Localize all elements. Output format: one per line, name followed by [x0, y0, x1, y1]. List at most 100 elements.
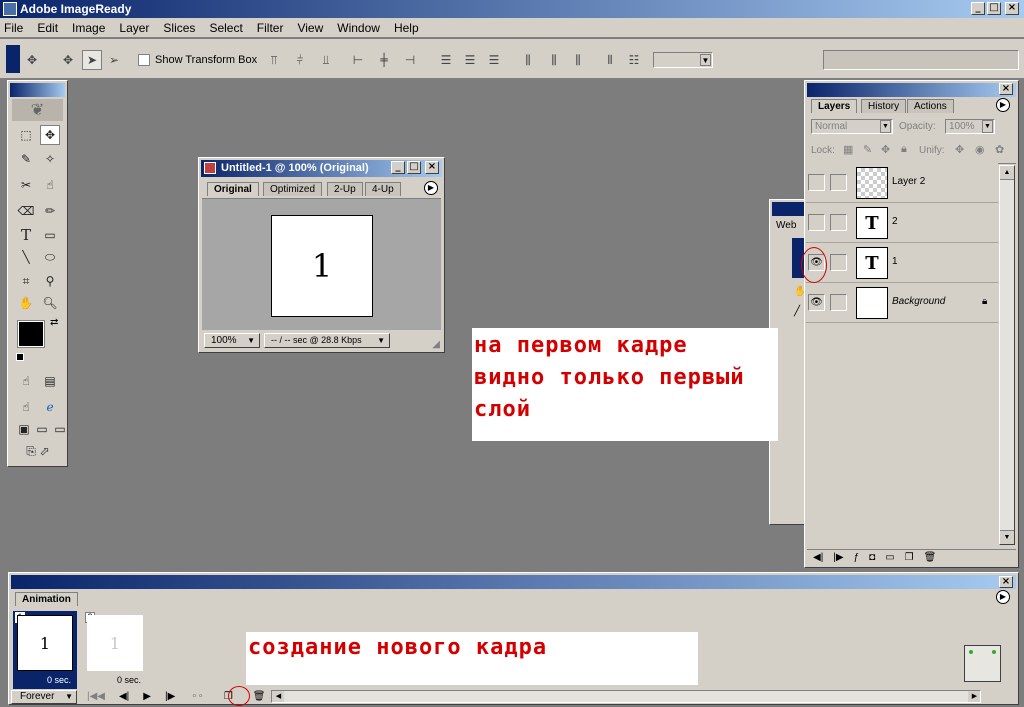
eyedropper-tool-icon[interactable]: ⚲ — [40, 271, 60, 291]
space-horizontal-icon[interactable]: ☷ — [624, 50, 644, 70]
image-map-visibility-icon[interactable]: ☝ — [16, 371, 36, 391]
screen-mode-full-menu-icon[interactable]: ▭ — [32, 419, 52, 439]
menu-view[interactable]: View — [297, 21, 323, 35]
jump-to-photoshop-icon[interactable]: ⎘ ⬀ — [16, 441, 60, 461]
show-transform-checkbox[interactable] — [138, 54, 150, 66]
layers-close-button[interactable]: × — [999, 83, 1013, 95]
distribute-left-icon[interactable]: ⫼ — [518, 50, 538, 70]
frame-delay[interactable]: 0 sec. — [47, 675, 71, 685]
menu-file[interactable]: File — [4, 21, 23, 35]
link-toggle[interactable] — [830, 294, 847, 311]
visibility-toggle[interactable] — [808, 174, 825, 191]
align-vcenter-icon[interactable]: ⫩ — [290, 50, 310, 70]
next-frame-icon[interactable]: |▶ — [165, 691, 175, 702]
tab-history[interactable]: History — [861, 99, 907, 113]
tab-optimized[interactable]: Optimized — [263, 182, 323, 196]
delete-frame-icon[interactable]: 🗑︎ — [253, 691, 266, 702]
align-left-icon[interactable]: ⊢ — [348, 50, 368, 70]
doc-maximize-button[interactable]: □ — [407, 161, 421, 174]
rollover-preview-icon[interactable]: ☝ — [16, 397, 36, 417]
layers-menu-arrow-icon[interactable]: ▶ — [996, 98, 1010, 112]
type-tool-icon[interactable]: T — [16, 225, 36, 245]
loop-dropdown[interactable]: Forever ▼ — [11, 689, 77, 704]
previous-frame-icon[interactable]: ◀| — [119, 691, 129, 702]
unify-style-icon[interactable]: ✿ — [995, 143, 1004, 156]
screen-mode-full-icon[interactable]: ▭ — [50, 419, 70, 439]
distribute-top-icon[interactable]: ☰ — [436, 50, 456, 70]
first-frame-icon[interactable]: |◀◀ — [87, 691, 105, 702]
default-colors-icon[interactable] — [16, 353, 24, 361]
ellipse-tool-icon[interactable]: ⬭ — [40, 247, 60, 267]
pencil-tool-icon[interactable]: ✏ — [40, 201, 60, 221]
close-button[interactable]: × — [1005, 2, 1019, 15]
animation-menu-arrow-icon[interactable]: ▶ — [996, 590, 1010, 604]
tab-actions[interactable]: Actions — [907, 99, 954, 113]
opacity-field[interactable]: 100% ▼ — [945, 119, 995, 134]
distribute-bottom-icon[interactable]: ☰ — [484, 50, 504, 70]
layers-scrollbar[interactable]: ▲ ▼ — [999, 165, 1015, 545]
new-layer-icon[interactable]: ❐ — [905, 552, 914, 563]
align-top-icon[interactable]: ⫪ — [264, 50, 284, 70]
blend-mode-dropdown[interactable]: Normal ▼ — [811, 119, 893, 134]
delete-layer-icon[interactable]: 🗑︎ — [924, 552, 937, 563]
lasso-tool-icon[interactable]: ✎ — [16, 149, 36, 169]
menu-edit[interactable]: Edit — [37, 21, 58, 35]
link-toggle[interactable] — [830, 254, 847, 271]
layer-mask-icon[interactable]: ◘ — [869, 552, 875, 563]
layer-effects-icon[interactable]: ƒ — [854, 552, 860, 563]
new-layer-set-icon[interactable]: ▭ — [885, 552, 894, 563]
space-vertical-icon[interactable]: ⫴ — [600, 50, 620, 70]
tab-layers[interactable]: Layers — [811, 99, 858, 113]
eye-icon[interactable]: 👁︎ — [808, 294, 825, 311]
zoom-tool-icon[interactable]: 🔍︎ — [40, 293, 60, 313]
slice-select-icon[interactable]: ☝ — [40, 175, 60, 195]
menu-help[interactable]: Help — [394, 21, 419, 35]
options-dropdown[interactable]: ▼ — [653, 52, 713, 68]
layer-row[interactable]: 👁︎ T 1 — [806, 243, 998, 283]
lock-paint-icon[interactable]: ✎ — [863, 143, 872, 156]
distribute-hcenter-icon[interactable]: ⫼ — [544, 50, 564, 70]
doc-close-button[interactable]: × — [425, 161, 439, 174]
layer-row[interactable]: T 2 — [806, 203, 998, 243]
direct-select-icon[interactable]: ➢ — [104, 50, 124, 70]
menu-filter[interactable]: Filter — [257, 21, 284, 35]
foreground-color[interactable] — [17, 320, 45, 348]
unify-visibility-icon[interactable]: ◉ — [975, 143, 985, 156]
next-frame-icon[interactable]: |▶ — [833, 552, 843, 563]
tab-original[interactable]: Original — [207, 182, 259, 196]
frame-delay[interactable]: 0 sec. — [117, 675, 141, 685]
tween-icon[interactable]: ∘∘ — [191, 691, 204, 702]
menu-slices[interactable]: Slices — [163, 21, 195, 35]
scroll-down-icon[interactable]: ▼ — [1000, 530, 1014, 544]
doc-menu-arrow-icon[interactable]: ▶ — [424, 181, 438, 195]
tab-4-up[interactable]: 4-Up — [365, 182, 401, 196]
swap-colors-icon[interactable]: ⇄ — [50, 317, 58, 328]
distribute-vcenter-icon[interactable]: ☰ — [460, 50, 480, 70]
line-tool-icon[interactable]: ╲ — [16, 247, 36, 267]
move-tool-icon[interactable]: ✥ — [22, 50, 42, 70]
slice-visibility-icon[interactable]: ▤ — [40, 371, 60, 391]
move-tool-icon[interactable]: ✥ — [40, 125, 60, 145]
link-toggle[interactable] — [830, 174, 847, 191]
download-time-dropdown[interactable]: -- / -- sec @ 28.8 Kbps ▼ — [264, 333, 390, 348]
unify-position-icon[interactable]: ✥ — [955, 143, 964, 156]
menu-window[interactable]: Window — [337, 21, 380, 35]
arrow-tool-icon[interactable]: ➤ — [82, 50, 102, 70]
marquee-tool-icon[interactable]: ⬚ — [16, 125, 36, 145]
align-hcenter-icon[interactable]: ╪ — [374, 50, 394, 70]
menu-layer[interactable]: Layer — [119, 21, 149, 35]
play-icon[interactable]: ▶ — [143, 691, 151, 702]
visibility-toggle[interactable] — [808, 214, 825, 231]
layer-row[interactable]: Layer 2 — [806, 163, 998, 203]
menu-image[interactable]: Image — [72, 21, 105, 35]
animation-close-button[interactable]: × — [999, 576, 1013, 588]
distribute-right-icon[interactable]: ⫼ — [568, 50, 588, 70]
background-palette-tab[interactable]: Web — [776, 220, 796, 231]
maximize-button[interactable]: □ — [987, 2, 1001, 15]
link-toggle[interactable] — [830, 214, 847, 231]
scroll-up-icon[interactable]: ▲ — [1000, 166, 1014, 180]
scroll-right-icon[interactable]: ▶ — [968, 691, 981, 702]
tab-2-up[interactable]: 2-Up — [327, 182, 363, 196]
doc-minimize-button[interactable]: _ — [391, 161, 405, 174]
lock-position-icon[interactable]: ✥ — [881, 143, 890, 156]
